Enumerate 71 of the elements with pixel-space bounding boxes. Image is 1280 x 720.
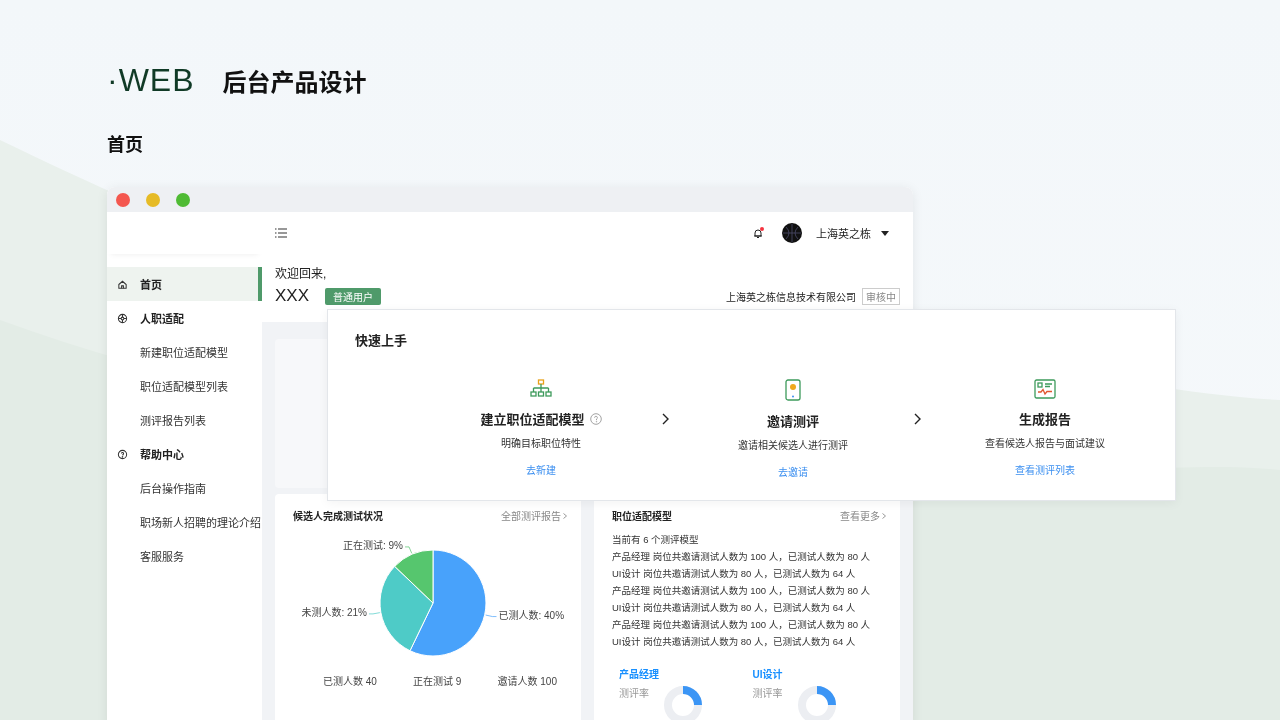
leader-line — [404, 546, 413, 554]
group-title: 产品经理 — [619, 667, 660, 681]
step-title: 生成报告 — [1019, 411, 1071, 428]
close-icon[interactable] — [116, 192, 130, 207]
step-link[interactable]: 去新建 — [526, 462, 556, 477]
sidebar-subitem[interactable]: 新建职位适配模型 — [107, 335, 262, 369]
model-summary-line: 当前有 6 个测评模型 — [612, 533, 700, 546]
sidebar-subitem[interactable]: 职位适配模型列表 — [107, 369, 262, 403]
stat-text: 已测人数 40 — [323, 675, 377, 688]
chevron-right-icon — [563, 512, 567, 519]
step-description: 查看候选人报告与面试建议 — [985, 437, 1105, 450]
sidebar-item[interactable]: 首页 — [107, 267, 262, 301]
home-icon — [117, 278, 128, 290]
avatar-icon[interactable] — [782, 223, 802, 243]
model-summary-line: 产品经理 岗位共邀请测试人数为 100 人，已测试人数为 80 人 — [612, 550, 872, 563]
metric-label: 测评率 — [619, 687, 649, 700]
slice-label: 已测人数: 40% — [498, 609, 565, 621]
company-name: 上海英之栋信息技术有限公司 — [726, 290, 856, 304]
role-badge: 普通用户 — [325, 287, 382, 305]
donut-drawing — [663, 685, 703, 720]
group-title: UI设计 — [752, 668, 784, 681]
step-link[interactable]: 查看测评列表 — [1015, 462, 1075, 477]
minimize-icon[interactable] — [146, 192, 160, 207]
panel-title: 快速上手 — [355, 332, 408, 349]
card-title: 职位适配模型 — [612, 509, 672, 523]
page-label: 首页 — [107, 134, 144, 156]
greeting: 欢迎回来, — [275, 266, 328, 281]
brand-logo: ·WEB — [107, 61, 195, 99]
model-summary-line: UI设计 岗位共邀请测试人数为 80 人，已测试人数为 64 人 — [612, 601, 857, 614]
status-badge: 审核中 — [862, 287, 900, 305]
sidebar-item[interactable]: 帮助中心 — [107, 437, 262, 471]
help-icon[interactable] — [589, 412, 602, 425]
sidebar-subitem[interactable]: 客服服务 — [107, 539, 262, 573]
slide-title: 后台产品设计 — [222, 67, 367, 98]
sidebar-subitem[interactable]: 后台操作指南 — [107, 471, 262, 505]
model-summary-line: 产品经理 岗位共邀请测试人数为 100 人，已测试人数为 80 人 — [612, 584, 872, 597]
step-title: 建立职位适配模型 — [480, 411, 585, 428]
step-title: 邀请测评 — [767, 413, 819, 430]
slice-label: 未测人数: 21% — [301, 606, 367, 618]
maximize-icon[interactable] — [176, 192, 190, 207]
chevron-right-icon — [882, 512, 886, 519]
all-reports-link[interactable]: 全部测评报告 — [501, 508, 567, 523]
step-description: 明确目标职位特性 — [501, 437, 581, 450]
user-name[interactable]: 上海英之栋 — [816, 225, 871, 241]
target-icon — [117, 312, 128, 324]
slice-label: 正在测试: 9% — [343, 539, 404, 551]
help-icon — [117, 448, 128, 460]
leader-line — [485, 614, 497, 617]
metric-label: 测评率 — [752, 687, 783, 700]
chevron-right-icon — [914, 413, 921, 425]
leader-line — [368, 612, 381, 615]
chevron-right-icon — [662, 413, 669, 425]
user-display-name: XXX — [275, 286, 310, 306]
view-more-link[interactable]: 查看更多 — [840, 508, 886, 523]
donut-drawing — [796, 685, 837, 720]
model-summary-line: UI设计 岗位共邀请测试人数为 80 人，已测试人数为 64 人 — [612, 567, 857, 580]
model-summary-line: UI设计 岗位共邀请测试人数为 80 人，已测试人数为 64 人 — [612, 635, 857, 648]
menu-icon[interactable] — [275, 228, 287, 238]
step-description: 邀请相关候选人进行测评 — [738, 438, 848, 452]
bell-icon[interactable] — [752, 227, 764, 239]
phone-icon — [785, 379, 801, 401]
model-summary-line: 产品经理 岗位共邀请测试人数为 100 人，已测试人数为 80 人 — [612, 618, 872, 631]
sidebar-item[interactable]: 人职适配 — [107, 301, 262, 335]
stat-text: 邀请人数 100 — [497, 675, 557, 688]
sidebar-subitem[interactable]: 测评报告列表 — [107, 403, 262, 437]
caret-icon[interactable] — [881, 230, 889, 236]
sidebar-subitem[interactable]: 职场新人招聘的理论介绍 — [107, 505, 262, 539]
card-title: 候选人完成测试状况 — [293, 509, 383, 523]
report-icon — [1034, 379, 1056, 399]
org-chart-icon — [530, 379, 552, 399]
stat-text: 正在测试 9 — [413, 675, 462, 688]
